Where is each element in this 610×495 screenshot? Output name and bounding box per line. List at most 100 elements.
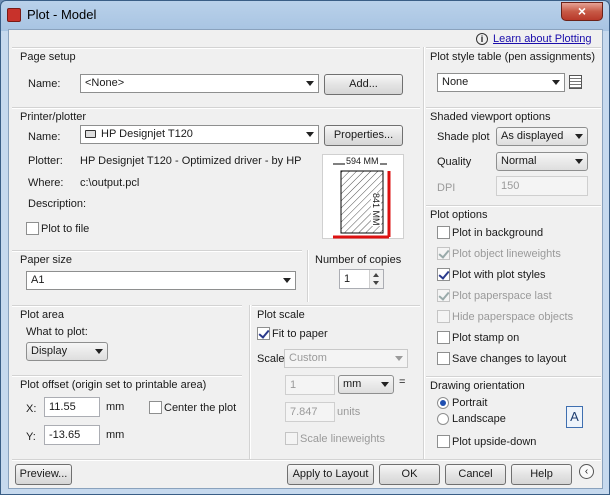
scale-dropdown[interactable]: Custom (284, 349, 408, 368)
plotter-value: HP Designjet T120 - Optimized driver - b… (80, 155, 302, 167)
printer-name-value: HP Designjet T120 (101, 128, 193, 140)
autocad-app-icon (7, 8, 21, 22)
plot-option-checkbox[interactable] (437, 352, 450, 365)
paper-size-value: A1 (31, 274, 45, 286)
printer-name-dropdown[interactable]: HP Designjet T120 (80, 125, 319, 144)
plot-option-checkbox[interactable] (437, 226, 450, 239)
copies-value: 1 (344, 273, 351, 285)
plot-to-file-label: Plot to file (41, 223, 90, 235)
scale-numerator-input[interactable]: 1 (285, 375, 335, 395)
quality-dropdown[interactable]: Normal (496, 152, 588, 171)
copies-spin-buttons[interactable] (369, 270, 383, 288)
fit-to-paper-checkbox[interactable] (257, 327, 270, 340)
chevron-down-icon (306, 132, 314, 137)
center-the-plot-checkbox[interactable] (149, 401, 162, 414)
what-to-plot-dropdown[interactable]: Display (26, 342, 108, 361)
scale-units-label: units (337, 406, 361, 418)
paper-preview-graphic (333, 163, 391, 239)
paper-preview: 594 MM 841 MM (322, 154, 404, 239)
info-icon: i (476, 33, 488, 45)
cancel-button[interactable]: Cancel (445, 464, 506, 485)
collapse-options-icon[interactable]: ‹ (579, 464, 594, 479)
scale-unit-dropdown[interactable]: mm (338, 375, 394, 394)
plot-option-checkbox[interactable] (437, 331, 450, 344)
paper-size-dropdown[interactable]: A1 (26, 271, 296, 290)
page-setup-title: Page setup (20, 51, 76, 63)
plot-dialog: Plot - Model × i Learn about Plotting Pa… (0, 0, 610, 495)
ok-button[interactable]: OK (379, 464, 440, 485)
landscape-radio[interactable] (437, 413, 449, 425)
orientation-letter: A (570, 409, 579, 424)
close-button[interactable]: × (561, 2, 603, 21)
where-label: Where: (28, 177, 64, 189)
page-setup-name-value: <None> (85, 77, 125, 89)
chevron-down-icon (381, 382, 389, 387)
add-page-setup-button[interactable]: Add... (324, 74, 403, 95)
page-setup-name-dropdown[interactable]: <None> (80, 74, 319, 93)
paper-size-title: Paper size (20, 254, 72, 266)
chevron-down-icon (575, 159, 583, 164)
printer-properties-button[interactable]: Properties... (324, 125, 403, 146)
chevron-down-icon (575, 134, 583, 139)
offset-x-label: X: (26, 403, 37, 415)
plot-option-label: Save changes to layout (452, 353, 567, 365)
chevron-down-icon (283, 278, 291, 283)
spin-down-icon[interactable] (370, 279, 383, 288)
fit-to-paper-label: Fit to paper (272, 328, 328, 340)
plot-scale-title: Plot scale (257, 309, 305, 321)
spin-up-icon[interactable] (370, 270, 383, 279)
landscape-label: Landscape (452, 413, 506, 425)
plot-option-label: Plot paperspace last (452, 290, 552, 302)
quality-label: Quality (437, 156, 472, 168)
apply-to-layout-button[interactable]: Apply to Layout (287, 464, 374, 485)
scale-equals-sign: = (399, 376, 406, 388)
printer-plotter-title: Printer/plotter (20, 111, 87, 123)
shade-plot-dropdown[interactable]: As displayed (496, 127, 588, 146)
plot-style-table-title: Plot style table (pen assignments) (430, 51, 596, 63)
plot-option-label: Plot stamp on (452, 332, 520, 344)
scale-denominator-input[interactable]: 7.847 (285, 402, 335, 422)
scale-value: Custom (289, 352, 327, 364)
what-to-plot-value: Display (31, 345, 68, 357)
dpi-label: DPI (437, 182, 456, 194)
scale-lineweights-label: Scale lineweights (300, 433, 385, 445)
plot-area-title: Plot area (20, 309, 65, 321)
shade-plot-value: As displayed (501, 130, 564, 142)
scale-lineweights-checkbox[interactable] (285, 432, 298, 445)
plot-upside-down-checkbox[interactable] (437, 435, 450, 448)
preview-height-label: 841 MM (371, 193, 381, 226)
chevron-down-icon (552, 80, 560, 85)
portrait-radio[interactable] (437, 397, 449, 409)
preview-button[interactable]: Preview... (15, 464, 72, 485)
what-to-plot-label: What to plot: (26, 326, 88, 338)
chevron-down-icon (95, 349, 103, 354)
title-bar[interactable]: Plot - Model × (1, 1, 609, 29)
plot-option-checkbox[interactable] (437, 289, 450, 302)
plot-option-checkbox[interactable] (437, 310, 450, 323)
offset-y-label: Y: (26, 431, 36, 443)
plot-option-checkbox[interactable] (437, 247, 450, 260)
dialog-body: i Learn about Plotting Page setup Name: … (8, 29, 603, 489)
plot-style-table-dropdown[interactable]: None (437, 73, 565, 92)
help-button[interactable]: Help (511, 464, 572, 485)
offset-x-input[interactable]: 11.55 (44, 397, 100, 417)
drawing-orientation-title: Drawing orientation (430, 380, 525, 392)
plot-option-checkbox[interactable] (437, 268, 450, 281)
portrait-label: Portrait (452, 397, 488, 409)
plot-to-file-checkbox[interactable] (26, 222, 39, 235)
edit-plot-style-icon[interactable] (569, 75, 582, 89)
copies-spinner[interactable]: 1 (339, 269, 384, 289)
plot-options-title: Plot options (430, 209, 488, 221)
scale-unit-value: mm (343, 378, 362, 390)
offset-y-input[interactable]: -13.65 (44, 425, 100, 445)
quality-value: Normal (501, 155, 537, 167)
dpi-input[interactable]: 150 (496, 176, 588, 196)
description-label: Description: (28, 198, 87, 210)
learn-about-plotting-link[interactable]: Learn about Plotting (493, 33, 591, 45)
preview-width-label: 594 MM (345, 156, 380, 166)
page-setup-name-label: Name: (28, 78, 61, 90)
orientation-preview-icon: A (566, 406, 583, 428)
chevron-down-icon (306, 81, 314, 86)
plot-option-label: Plot in background (452, 227, 544, 239)
offset-x-unit: mm (106, 401, 125, 413)
